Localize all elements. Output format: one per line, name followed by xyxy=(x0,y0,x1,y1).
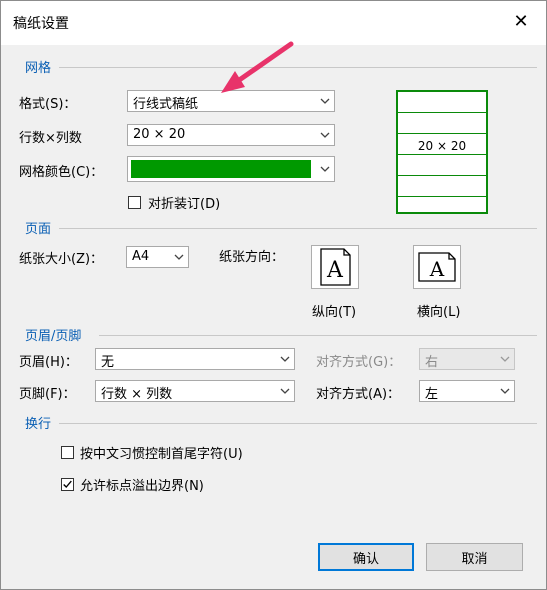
ok-button[interactable]: 确认 xyxy=(318,543,414,571)
fold-binding-label: 对折装订(D) xyxy=(148,197,221,212)
page-setup-dialog: 稿纸设置 ✕ 网格 格式(S)： 行线式稿纸 行数×列数 20 × 20 网格颜… xyxy=(0,0,547,590)
hanging-punctuation-label: 允许标点溢出边界(N) xyxy=(80,479,204,494)
footer-align-label: 对齐方式(A)： xyxy=(316,387,401,402)
preview-line xyxy=(398,112,486,113)
section-divider xyxy=(99,335,537,336)
header-align-select: 右 xyxy=(419,348,515,370)
close-icon[interactable]: ✕ xyxy=(510,10,532,32)
chevron-down-icon xyxy=(174,254,184,260)
section-divider xyxy=(59,228,537,229)
landscape-button[interactable]: A xyxy=(413,245,461,289)
preview-line xyxy=(398,175,486,176)
preview-line xyxy=(398,154,486,155)
chevron-down-icon xyxy=(320,166,330,172)
header-value: 无 xyxy=(101,355,115,370)
footer-align-select[interactable]: 左 xyxy=(419,380,515,402)
section-line-break: 换行 xyxy=(25,417,52,432)
preview-line xyxy=(398,196,486,197)
portrait-button[interactable]: A xyxy=(311,245,359,289)
rows-cols-value: 20 × 20 xyxy=(133,127,186,142)
header-align-value: 右 xyxy=(425,355,439,370)
paper-size-value: A4 xyxy=(132,249,150,264)
paper-size-label: 纸张大小(Z)： xyxy=(19,252,104,267)
preview-text: 20 × 20 xyxy=(417,139,467,153)
cjk-line-rules-label: 按中文习惯控制首尾字符(U) xyxy=(80,447,243,462)
grid-preview: 20 × 20 xyxy=(396,90,488,214)
footer-label: 页脚(F)： xyxy=(19,387,76,402)
rows-cols-label: 行数×列数 xyxy=(19,131,82,146)
annotation-arrow-icon xyxy=(221,41,294,93)
check-icon xyxy=(63,480,72,489)
header-align-label: 对齐方式(G)： xyxy=(316,355,402,370)
chevron-down-icon xyxy=(320,132,330,138)
portrait-page-icon: A xyxy=(320,248,351,286)
dialog-title: 稿纸设置 xyxy=(13,16,69,32)
landscape-page-icon: A xyxy=(418,252,456,282)
landscape-label: 横向(L) xyxy=(417,305,461,320)
section-header-footer: 页眉/页脚 xyxy=(25,329,82,344)
chevron-down-icon xyxy=(500,388,510,394)
format-value: 行线式稿纸 xyxy=(133,97,199,112)
svg-text:A: A xyxy=(326,258,344,283)
color-swatch xyxy=(131,160,311,178)
format-label: 格式(S)： xyxy=(19,97,77,112)
chevron-down-icon xyxy=(280,356,290,362)
hanging-punctuation-checkbox[interactable] xyxy=(61,478,74,491)
section-grid: 网格 xyxy=(25,61,52,76)
footer-value: 行数 × 列数 xyxy=(101,387,173,402)
chevron-down-icon xyxy=(320,98,330,104)
portrait-label: 纵向(T) xyxy=(312,305,357,320)
orientation-label: 纸张方向： xyxy=(219,250,285,265)
footer-select[interactable]: 行数 × 列数 xyxy=(95,380,295,402)
grid-color-label: 网格颜色(C)： xyxy=(19,165,104,180)
grid-color-select[interactable] xyxy=(127,156,335,182)
chevron-down-icon xyxy=(500,356,510,362)
footer-align-value: 左 xyxy=(425,387,439,402)
cancel-button[interactable]: 取消 xyxy=(426,543,523,571)
header-select[interactable]: 无 xyxy=(95,348,295,370)
section-page: 页面 xyxy=(25,222,52,237)
preview-line xyxy=(398,133,486,134)
section-divider xyxy=(59,423,537,424)
paper-size-select[interactable]: A4 xyxy=(126,246,189,268)
svg-text:A: A xyxy=(429,257,445,281)
header-label: 页眉(H)： xyxy=(19,355,78,370)
cjk-line-rules-checkbox[interactable] xyxy=(61,446,74,459)
fold-binding-checkbox[interactable] xyxy=(128,196,141,209)
rows-cols-select[interactable]: 20 × 20 xyxy=(127,124,335,146)
chevron-down-icon xyxy=(280,388,290,394)
